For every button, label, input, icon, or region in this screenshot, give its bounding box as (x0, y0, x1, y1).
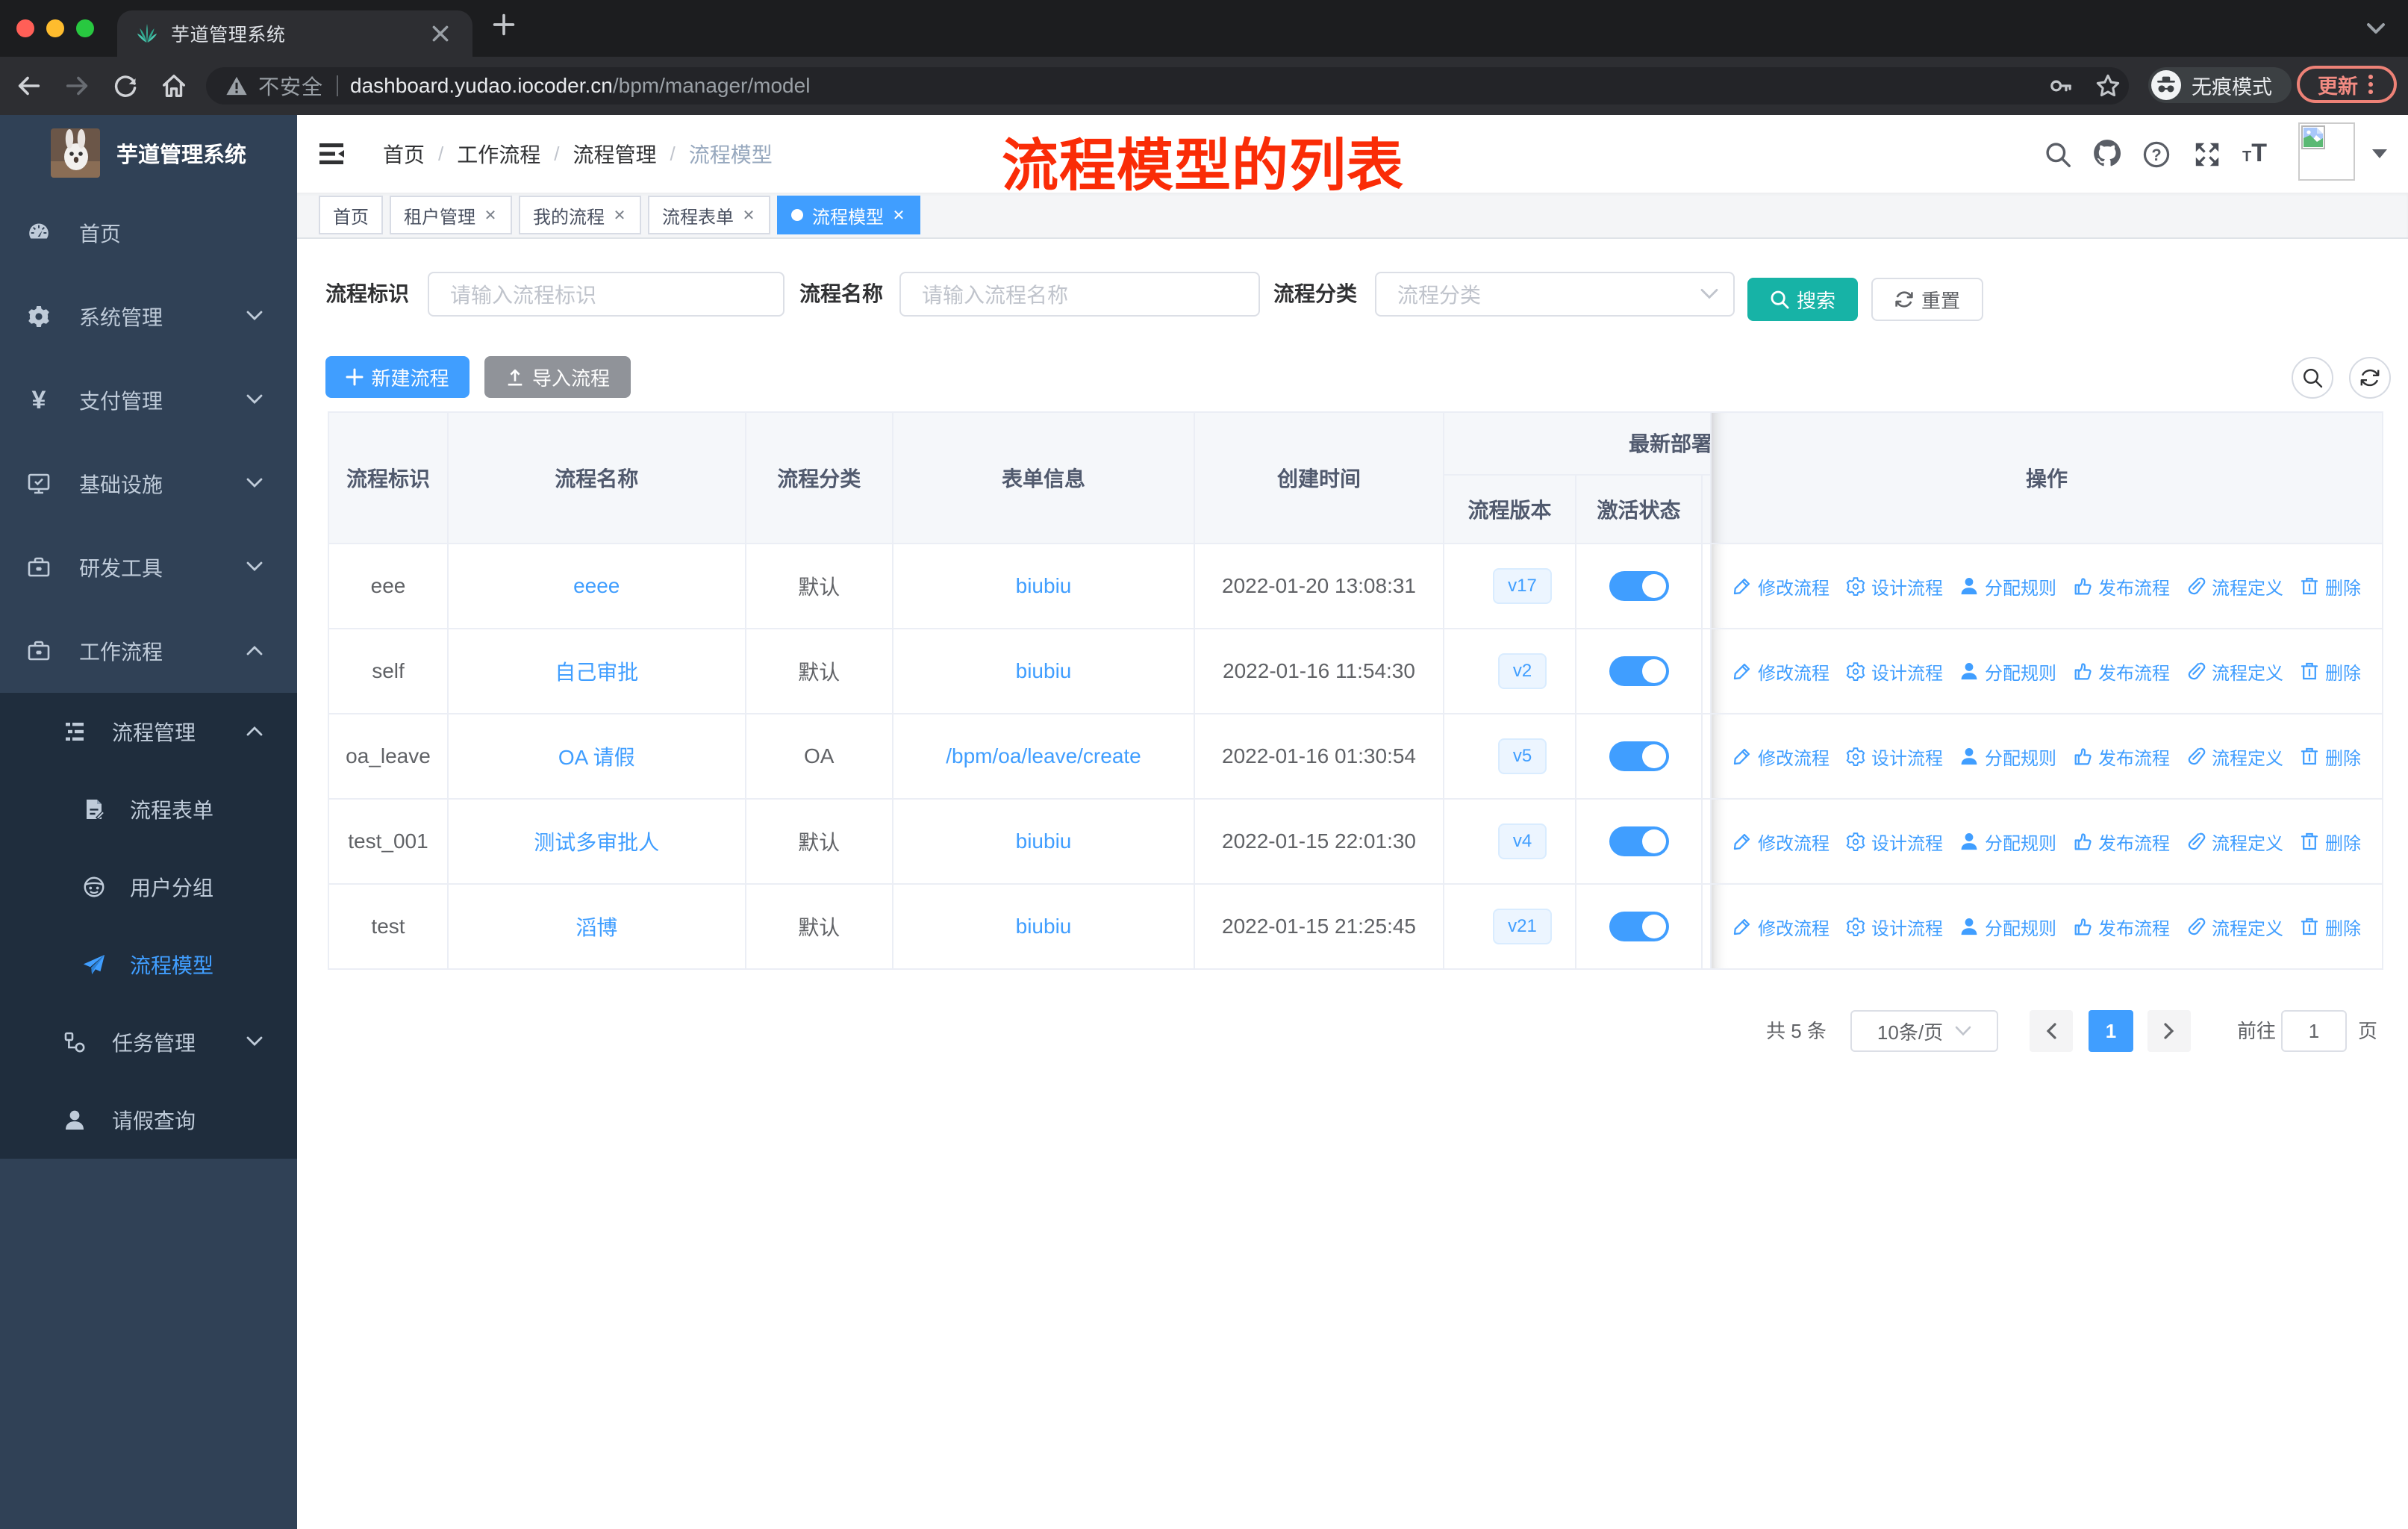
svg-text:?: ? (2151, 146, 2161, 164)
